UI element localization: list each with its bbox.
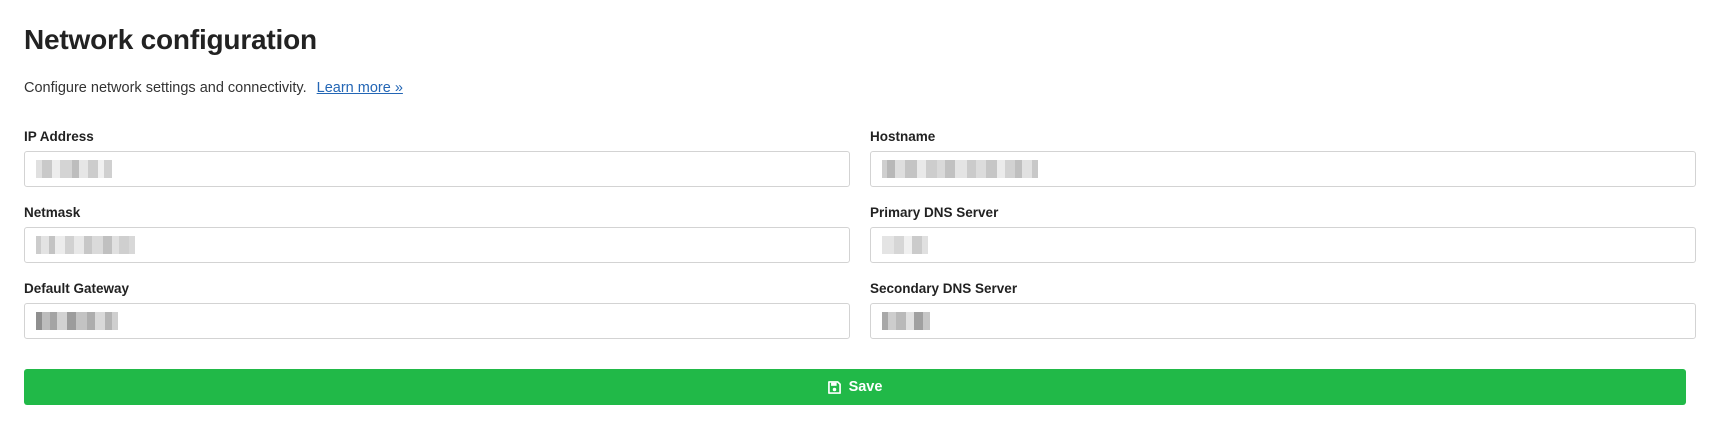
save-button[interactable]: Save: [24, 369, 1686, 405]
save-button-label: Save: [848, 379, 883, 395]
hostname-field: Hostname: [870, 129, 1696, 187]
netmask-input[interactable]: [24, 227, 850, 263]
default-gateway-input[interactable]: [24, 303, 850, 339]
ip-address-label: IP Address: [24, 129, 94, 144]
floppy-disk-icon: [827, 380, 841, 394]
hostname-input[interactable]: [870, 151, 1696, 187]
primary-dns-input[interactable]: [870, 227, 1696, 263]
page-description: Configure network settings and connectiv…: [24, 80, 307, 96]
primary-dns-field: Primary DNS Server: [870, 205, 1696, 263]
default-gateway-field: Default Gateway: [24, 281, 850, 339]
secondary-dns-field: Secondary DNS Server: [870, 281, 1696, 339]
secondary-dns-label: Secondary DNS Server: [870, 281, 1018, 296]
hostname-label: Hostname: [870, 129, 936, 144]
ip-address-field: IP Address: [24, 129, 850, 187]
default-gateway-label: Default Gateway: [24, 281, 130, 296]
secondary-dns-input[interactable]: [870, 303, 1696, 339]
page-description-row: Configure network settings and connectiv…: [24, 80, 403, 96]
netmask-field: Netmask: [24, 205, 850, 263]
page-title: Network configuration: [24, 24, 317, 55]
learn-more-link[interactable]: Learn more »: [317, 80, 403, 96]
primary-dns-label: Primary DNS Server: [870, 205, 999, 220]
netmask-label: Netmask: [24, 205, 81, 220]
network-config-page: Network configuration Configure network …: [0, 0, 1709, 425]
ip-address-input[interactable]: [24, 151, 850, 187]
